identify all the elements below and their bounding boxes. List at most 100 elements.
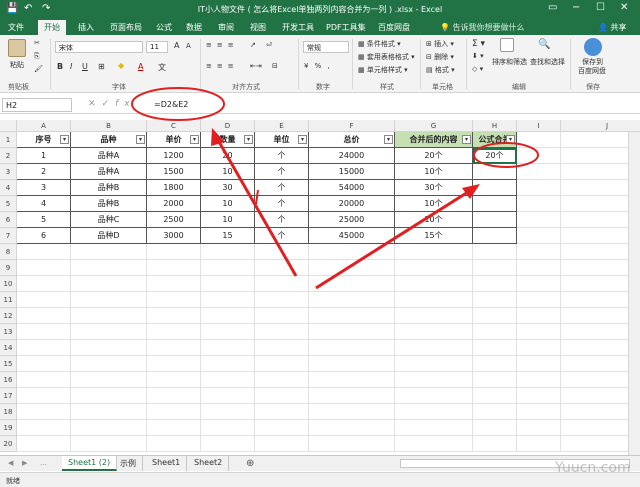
column-header[interactable]: H [473,120,517,132]
row-header[interactable]: 6 [0,212,17,228]
table-data-cell[interactable]: 2500 [147,212,201,228]
cell[interactable] [395,308,473,324]
table-data-cell[interactable]: 品种D [71,228,147,244]
cell[interactable] [255,436,309,452]
table-data-cell[interactable]: 10 [201,164,255,180]
cell[interactable] [71,356,147,372]
sheet-prev-icon[interactable]: ◀ [8,459,13,467]
table-data-cell[interactable]: 20000 [309,196,395,212]
cell[interactable] [201,340,255,356]
formula-bar-icons[interactable]: ✕✓fx [88,99,136,109]
sort-filter-icon[interactable] [500,38,514,52]
cell[interactable] [473,260,517,276]
cell[interactable] [201,244,255,260]
table-data-cell[interactable]: 品种B [71,180,147,196]
table-data-cell[interactable] [473,212,517,228]
row-header[interactable]: 2 [0,148,17,164]
cell[interactable] [473,340,517,356]
cell[interactable] [17,356,71,372]
wrap-text-icon[interactable]: ⏎ [266,41,272,49]
cell[interactable] [309,324,395,340]
minimize-icon[interactable]: − [572,2,580,13]
table-data-cell[interactable]: 20 [201,148,255,164]
cell[interactable] [17,340,71,356]
cell[interactable] [517,324,561,340]
row-header[interactable]: 4 [0,180,17,196]
paste-label[interactable]: 粘贴 [10,60,24,70]
table-data-cell[interactable]: 个 [255,228,309,244]
cell[interactable] [517,132,561,148]
cell[interactable] [201,356,255,372]
cell[interactable] [517,420,561,436]
fx-icon[interactable]: fx [115,99,136,109]
row-header[interactable]: 7 [0,228,17,244]
cell[interactable] [17,324,71,340]
table-data-cell[interactable]: 15 [201,228,255,244]
table-data-cell[interactable]: 2 [17,164,71,180]
table-data-cell[interactable] [473,180,517,196]
find-select-icon[interactable]: 🔍 [538,39,550,50]
column-header[interactable]: B [71,120,147,132]
cell[interactable] [71,324,147,340]
cell[interactable] [147,276,201,292]
filter-dropdown-icon[interactable]: ▾ [298,135,307,144]
cell[interactable] [473,388,517,404]
table-header-cell[interactable]: 总价 ▾ [309,132,395,148]
table-data-cell[interactable]: 个 [255,180,309,196]
sheet-tab[interactable]: Sheet2 [188,456,230,471]
cell[interactable] [71,436,147,452]
table-data-cell[interactable]: 品种B [71,196,147,212]
cell[interactable] [517,372,561,388]
phonetic-icon[interactable]: 文 [158,62,166,73]
cell[interactable] [395,324,473,340]
orientation-icon[interactable]: ↗ [250,41,256,49]
top-align-icons[interactable]: ≡≡≡ [206,41,239,49]
cell[interactable] [517,356,561,372]
cell[interactable] [517,308,561,324]
cell[interactable] [517,228,561,244]
indent-icon[interactable]: ⇤⇥ [250,62,262,70]
table-header-cell[interactable]: 单价 ▾ [147,132,201,148]
table-header-cell[interactable]: 序号 ▾ [17,132,71,148]
table-data-cell[interactable]: 10个 [395,164,473,180]
cell[interactable] [147,356,201,372]
table-header-cell[interactable]: 数量 ▾ [201,132,255,148]
table-data-cell[interactable]: 1200 [147,148,201,164]
cell[interactable] [71,372,147,388]
cell[interactable] [255,356,309,372]
filter-dropdown-icon[interactable]: ▾ [190,135,199,144]
sheet-more-icon[interactable]: … [40,459,47,467]
cell[interactable] [517,164,561,180]
cell[interactable] [395,404,473,420]
cell[interactable] [395,388,473,404]
table-data-cell[interactable] [473,164,517,180]
cell[interactable] [17,260,71,276]
cut-icon[interactable]: ✂ [34,39,40,47]
conditional-format-button[interactable]: ▦ 条件格式 ▾ [358,39,401,49]
italic-button[interactable]: I [70,62,72,71]
shrink-font-icon[interactable]: A [186,42,191,50]
cell[interactable] [395,436,473,452]
cell[interactable] [473,276,517,292]
row-header[interactable]: 19 [0,420,17,436]
table-data-cell[interactable]: 个 [255,148,309,164]
close-icon[interactable]: ✕ [620,2,628,13]
delete-cells-button[interactable]: ⊟ 删除 ▾ [426,52,454,62]
cell-styles-button[interactable]: ▦ 单元格样式 ▾ [358,65,408,75]
table-data-cell[interactable]: 品种A [71,148,147,164]
cell[interactable] [395,340,473,356]
paste-icon[interactable] [8,39,26,57]
cell[interactable] [71,244,147,260]
cell[interactable] [17,436,71,452]
cell[interactable] [517,260,561,276]
cell[interactable] [517,180,561,196]
cell[interactable] [309,372,395,388]
table-data-cell[interactable]: 3000 [147,228,201,244]
cell[interactable] [309,420,395,436]
table-data-cell[interactable]: 10 [201,196,255,212]
row-header[interactable]: 1 [0,132,17,148]
cell[interactable] [255,260,309,276]
cell[interactable] [517,436,561,452]
cell[interactable] [201,388,255,404]
cell[interactable] [309,260,395,276]
